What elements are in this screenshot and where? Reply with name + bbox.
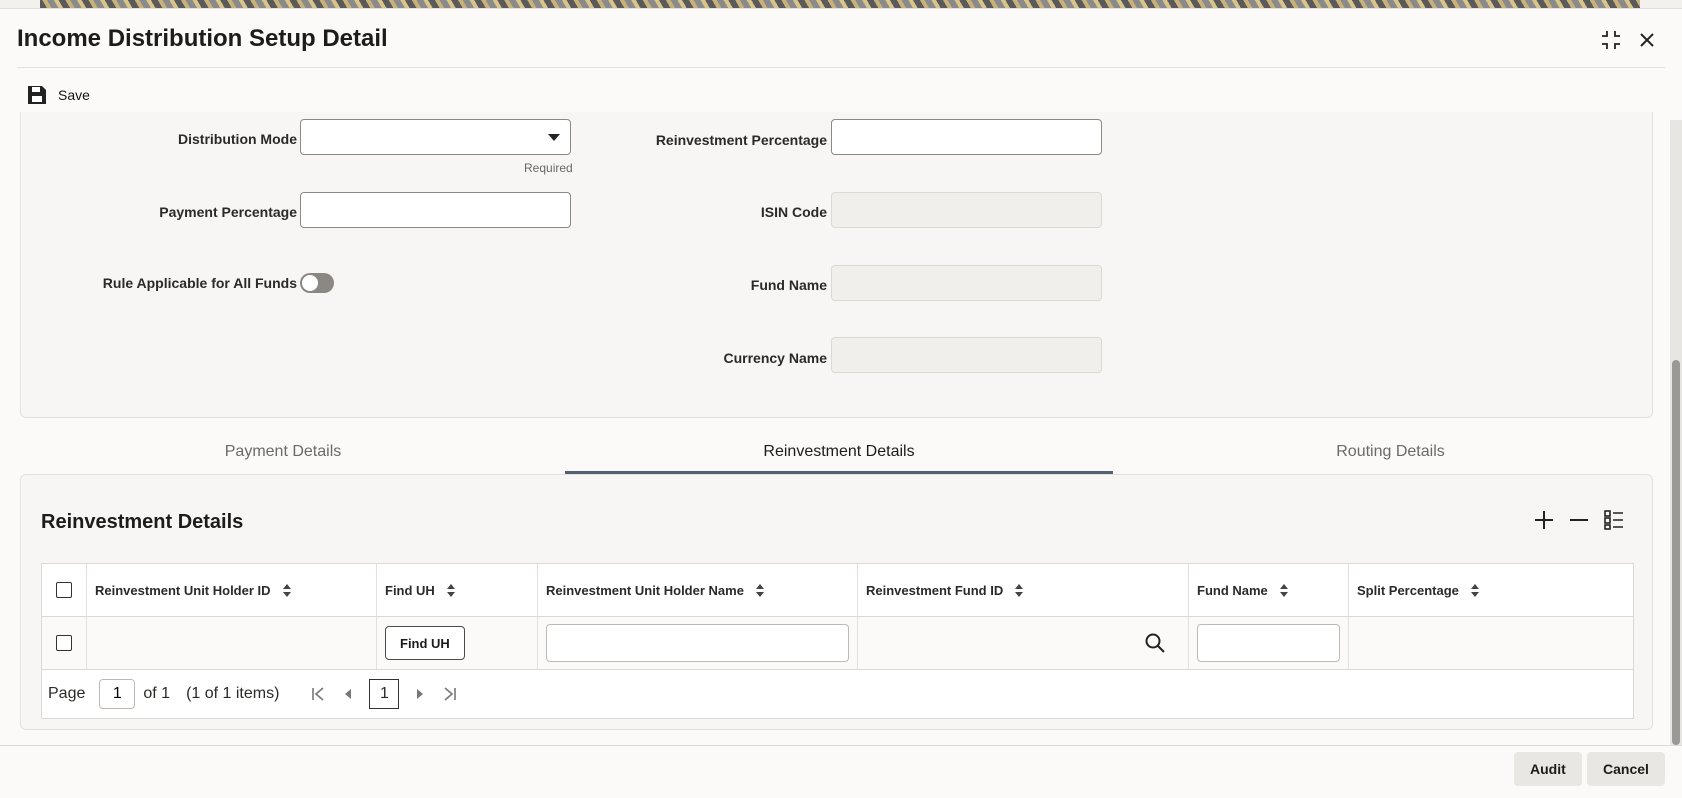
toggle-knob [302,275,318,291]
find-uh-button[interactable]: Find UH [385,626,465,660]
column-header[interactable]: Fund Name [1189,564,1349,616]
column-header[interactable]: Split Percentage [1349,564,1633,616]
save-icon [28,86,46,104]
fund-id-cell[interactable] [858,617,1189,669]
unit-holder-name-cell [538,617,858,669]
isin-code-label: ISIN Code [760,204,827,220]
required-hint: Required [524,161,573,175]
page-label: Page [48,685,86,702]
chevron-right-icon [417,689,424,699]
scrollbar-thumb[interactable] [1672,360,1680,745]
reinvestment-percentage-input[interactable] [831,119,1102,155]
first-page-icon [312,687,324,701]
table-header: Reinvestment Unit Holder ID Find UH Rein… [42,564,1633,617]
column-header-label: Fund Name [1197,582,1268,598]
current-page-button[interactable]: 1 [369,679,400,709]
tab-payment-details[interactable]: Payment Details [20,430,546,474]
vertical-scrollbar[interactable] [1670,120,1682,745]
reinvestment-percentage-label: Reinvestment Percentage [655,132,827,148]
pagination: Page of 1 (1 of 1 items) 1 [42,670,1633,718]
maximize-icon [1602,31,1620,49]
sort-icon [755,583,764,597]
page-of-label: of 1 [143,685,171,702]
tab-routing-details[interactable]: Routing Details [1130,430,1651,474]
currency-name-field [831,337,1102,373]
header-select-cell [42,564,87,616]
rule-all-funds-label: Rule Applicable for All Funds [102,275,297,291]
sort-icon [1279,583,1288,597]
rule-all-funds-toggle[interactable] [300,273,334,293]
column-header-label: Find UH [385,582,435,598]
distribution-mode-select[interactable] [300,119,571,155]
isin-code-field [831,192,1102,228]
currency-name-label: Currency Name [723,350,828,366]
minus-icon [1570,519,1588,521]
column-header[interactable]: Find UH [377,564,538,616]
unit-holder-id-cell[interactable] [87,617,377,669]
next-page-button[interactable] [405,679,435,709]
payment-percentage-input[interactable] [300,192,571,228]
chevron-down-icon [548,134,560,141]
sort-icon [446,583,455,597]
maximize-button[interactable] [1598,27,1624,53]
row-checkbox[interactable] [56,635,72,651]
close-icon [1640,33,1654,47]
save-label: Save [58,87,90,103]
first-page-button[interactable] [303,679,333,709]
single-record-view-button[interactable] [1599,505,1629,535]
tab-reinvestment-details[interactable]: Reinvestment Details [565,430,1113,474]
grid-title: Reinvestment Details [41,511,244,533]
fund-name-field [831,265,1102,301]
close-button[interactable] [1634,27,1660,53]
main-form-panel: Distribution Mode Required Payment Perce… [20,112,1653,418]
sort-icon [282,583,291,597]
fund-name-grid-input[interactable] [1197,624,1340,662]
column-header[interactable]: Reinvestment Unit Holder ID [87,564,377,616]
split-percentage-cell[interactable] [1349,617,1633,669]
dialog-footer: Audit Cancel [0,745,1682,798]
payment-percentage-label: Payment Percentage [159,204,297,220]
remove-row-button[interactable] [1564,505,1594,535]
column-header-label: Reinvestment Unit Holder Name [546,582,744,598]
row-select-cell [42,617,87,669]
audit-button[interactable]: Audit [1514,752,1582,786]
title-divider [17,67,1665,68]
sort-icon [1015,583,1024,597]
select-all-checkbox[interactable] [56,582,72,598]
reinvestment-grid-panel: Reinvestment Details Reinvestment Unit H… [20,474,1653,730]
page-title: Income Distribution Setup Detail [17,25,388,52]
chevron-left-icon [345,689,352,699]
last-page-button[interactable] [435,679,465,709]
sort-icon [1470,583,1479,597]
previous-page-button[interactable] [333,679,363,709]
save-button[interactable]: Save [26,84,90,106]
page-number-input[interactable] [99,679,136,709]
column-header-label: Split Percentage [1357,582,1459,598]
cancel-button[interactable]: Cancel [1587,752,1665,786]
column-header-label: Reinvestment Fund ID [866,582,1004,598]
column-header-label: Reinvestment Unit Holder ID [95,582,271,598]
search-icon[interactable] [1144,632,1166,654]
items-count-label: (1 of 1 items) [186,685,280,702]
distribution-mode-label: Distribution Mode [178,131,297,147]
add-row-button[interactable] [1529,505,1559,535]
header-banner [40,0,1640,8]
find-uh-cell: Find UH [377,617,538,669]
table-row: Find UH [42,617,1633,670]
reinvestment-table: Reinvestment Unit Holder ID Find UH Rein… [41,563,1634,719]
detail-tabs: Payment Details Reinvestment Details Rou… [20,430,1651,474]
plus-icon [1535,511,1553,529]
unit-holder-name-input[interactable] [546,624,849,662]
column-header[interactable]: Reinvestment Fund ID [858,564,1189,616]
fund-name-cell [1189,617,1349,669]
list-view-icon [1604,510,1623,530]
column-header[interactable]: Reinvestment Unit Holder Name [538,564,858,616]
fund-name-label: Fund Name [750,277,827,293]
last-page-icon [444,687,457,701]
